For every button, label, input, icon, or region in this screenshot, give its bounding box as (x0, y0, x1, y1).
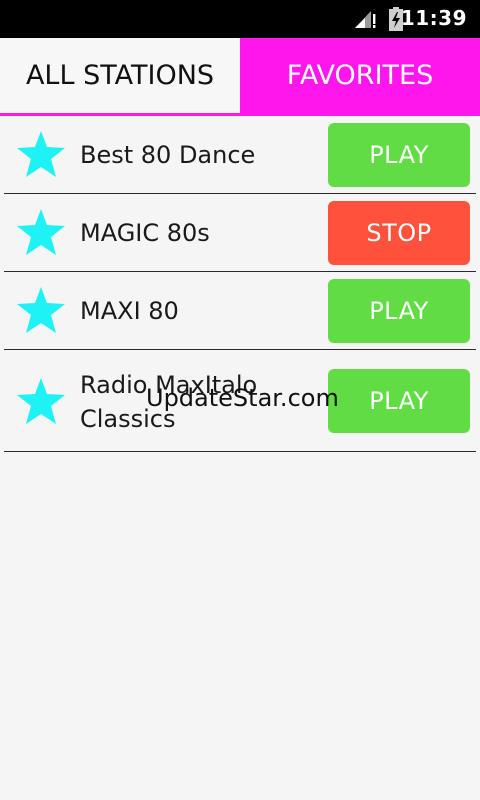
watermark-text: UpdateStar.com (146, 384, 339, 412)
divider (4, 451, 476, 452)
list-item: MAGIC 80s STOP (0, 194, 480, 272)
play-button[interactable]: PLAY (328, 123, 470, 187)
star-icon[interactable] (16, 130, 66, 178)
signal-icon (355, 11, 376, 28)
tab-favorites[interactable]: FAVORITES (240, 38, 480, 113)
station-name: MAXI 80 (80, 297, 179, 325)
star-icon[interactable] (16, 286, 66, 334)
tab-all-stations[interactable]: ALL STATIONS (0, 38, 240, 113)
play-button[interactable]: PLAY (328, 279, 470, 343)
tab-all-stations-label: ALL STATIONS (25, 60, 215, 91)
tab-bar: ALL STATIONS FAVORITES (0, 38, 480, 116)
tab-favorites-label: FAVORITES (286, 60, 434, 91)
clock: 11:39 (400, 6, 467, 30)
status-bar: 11:39 (0, 0, 480, 38)
star-icon[interactable] (16, 377, 66, 425)
station-name: Best 80 Dance (80, 141, 256, 169)
station-name: MAGIC 80s (80, 219, 210, 247)
stop-button[interactable]: STOP (328, 201, 470, 265)
star-icon[interactable] (16, 208, 66, 256)
play-button[interactable]: PLAY (328, 369, 470, 433)
list-item: Best 80 Dance PLAY (0, 116, 480, 194)
list-item: MAXI 80 PLAY (0, 272, 480, 350)
